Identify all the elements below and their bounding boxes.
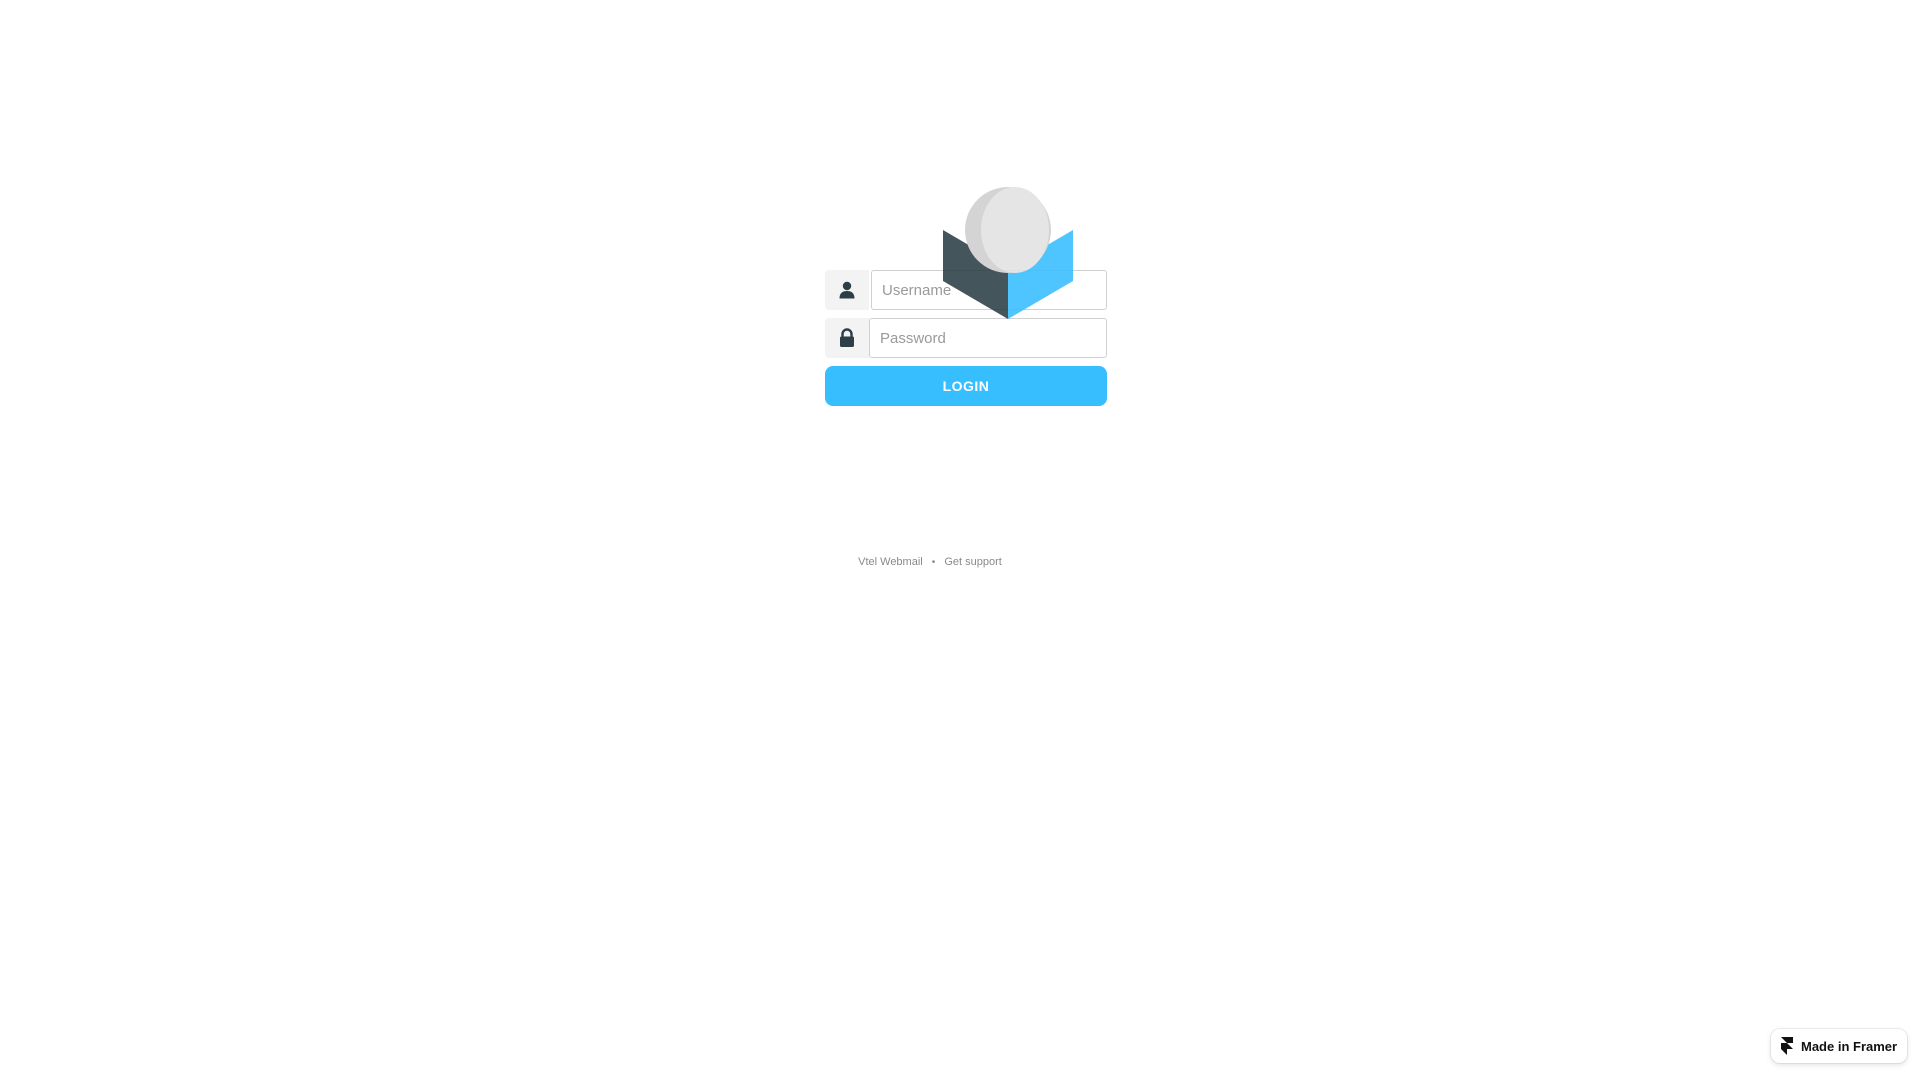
footer-link-support[interactable]: Get support (944, 556, 1001, 568)
footer-separator: • (931, 557, 936, 568)
lock-icon (825, 318, 869, 358)
framer-icon (1781, 1037, 1793, 1055)
footer: Vtel Webmail • Get support (0, 556, 1890, 568)
badge-label: Made in Framer (1801, 1038, 1898, 1054)
footer-link-webmail[interactable]: Vtel Webmail (858, 556, 923, 568)
user-icon (825, 270, 869, 310)
made-in-framer-badge[interactable]: Made in Framer (1771, 1029, 1907, 1063)
password-row (825, 318, 1107, 358)
login-button[interactable]: LOGIN (825, 366, 1107, 406)
username-input[interactable] (871, 270, 1107, 310)
username-row (825, 270, 1107, 310)
password-input[interactable] (869, 318, 1107, 358)
login-page: LOGIN Vtel Webmail • Get support Made in… (0, 0, 1920, 1080)
